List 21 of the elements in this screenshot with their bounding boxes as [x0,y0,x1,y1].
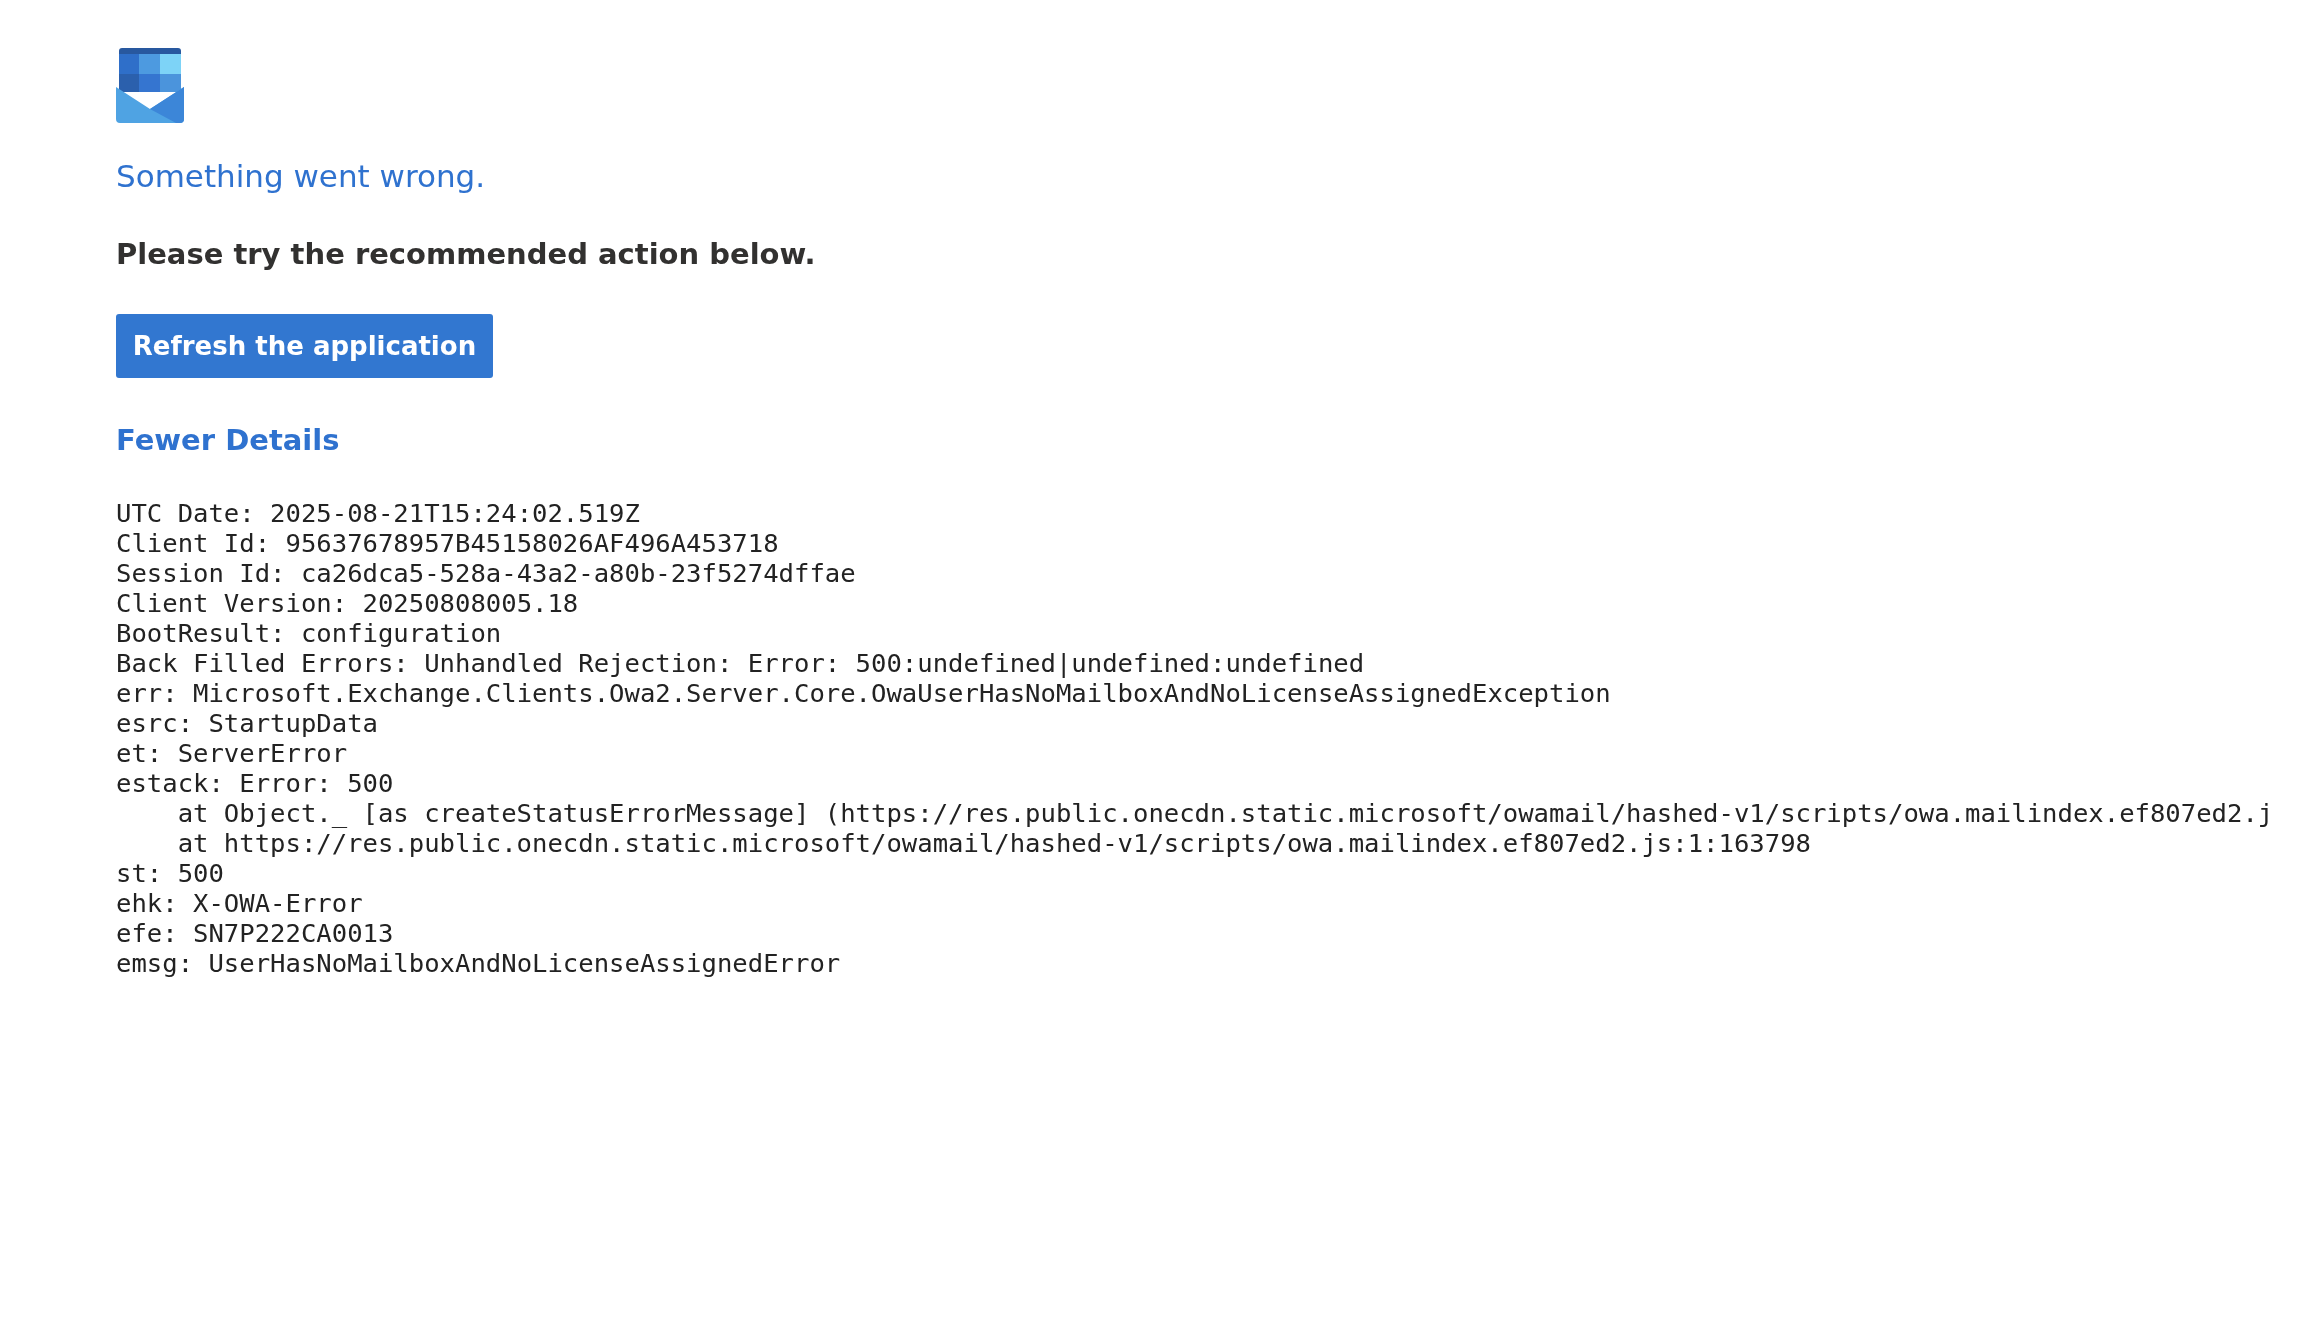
envelope-logo-icon [116,47,184,125]
error-heading: Something went wrong. [116,157,487,196]
detail-line: st: 500 [116,858,225,888]
detail-line: efe: SN7P222CA0013 [116,918,395,948]
detail-line: BootResult: configuration [116,618,503,648]
detail-line: esrc: StartupData [116,708,379,738]
detail-line: Session Id: ca26dca5-528a-43a2-a80b-23f5274dffae [116,558,857,588]
detail-line: ehk: X-OWA-Error [116,888,364,918]
detail-line: estack: Error: 500 [116,768,395,798]
refresh-button[interactable]: Refresh the application [116,314,493,378]
detail-line: et: ServerError [116,738,349,768]
detail-line: UTC Date: 2025-08-21T15:24:02.519Z [116,498,641,528]
detail-line: Client Version: 20250808005.18 [116,588,580,618]
detail-line: err: Microsoft.Exchange.Clients.Owa2.Server.Core.OwaUserHasNoMailboxAndNoLicenseAssignedException [116,678,1612,708]
detail-line: Client Id: 95637678957B45158026AF496A453718 [116,528,780,558]
details-toggle-link[interactable]: Fewer Details [116,420,340,460]
detail-line: at Object._ [as createStatusErrorMessage] (https://res.public.onecdn.static.microsoft/owamail/hashed-v1/scripts/owa.mailindex.ef807ed2.j [176,798,2275,828]
detail-line: at https://res.public.onecdn.static.microsoft/owamail/hashed-v1/scripts/owa.mailindex.ef807ed2.js:1:163798 [176,828,1812,858]
detail-line: emsg: UserHasNoMailboxAndNoLicenseAssignedError [116,948,842,978]
instruction-text: Please try the recommended action below. [116,236,817,273]
detail-line: Back Filled Errors: Unhandled Rejection: Error: 500:undefined|undefined:undefined [116,648,1366,678]
